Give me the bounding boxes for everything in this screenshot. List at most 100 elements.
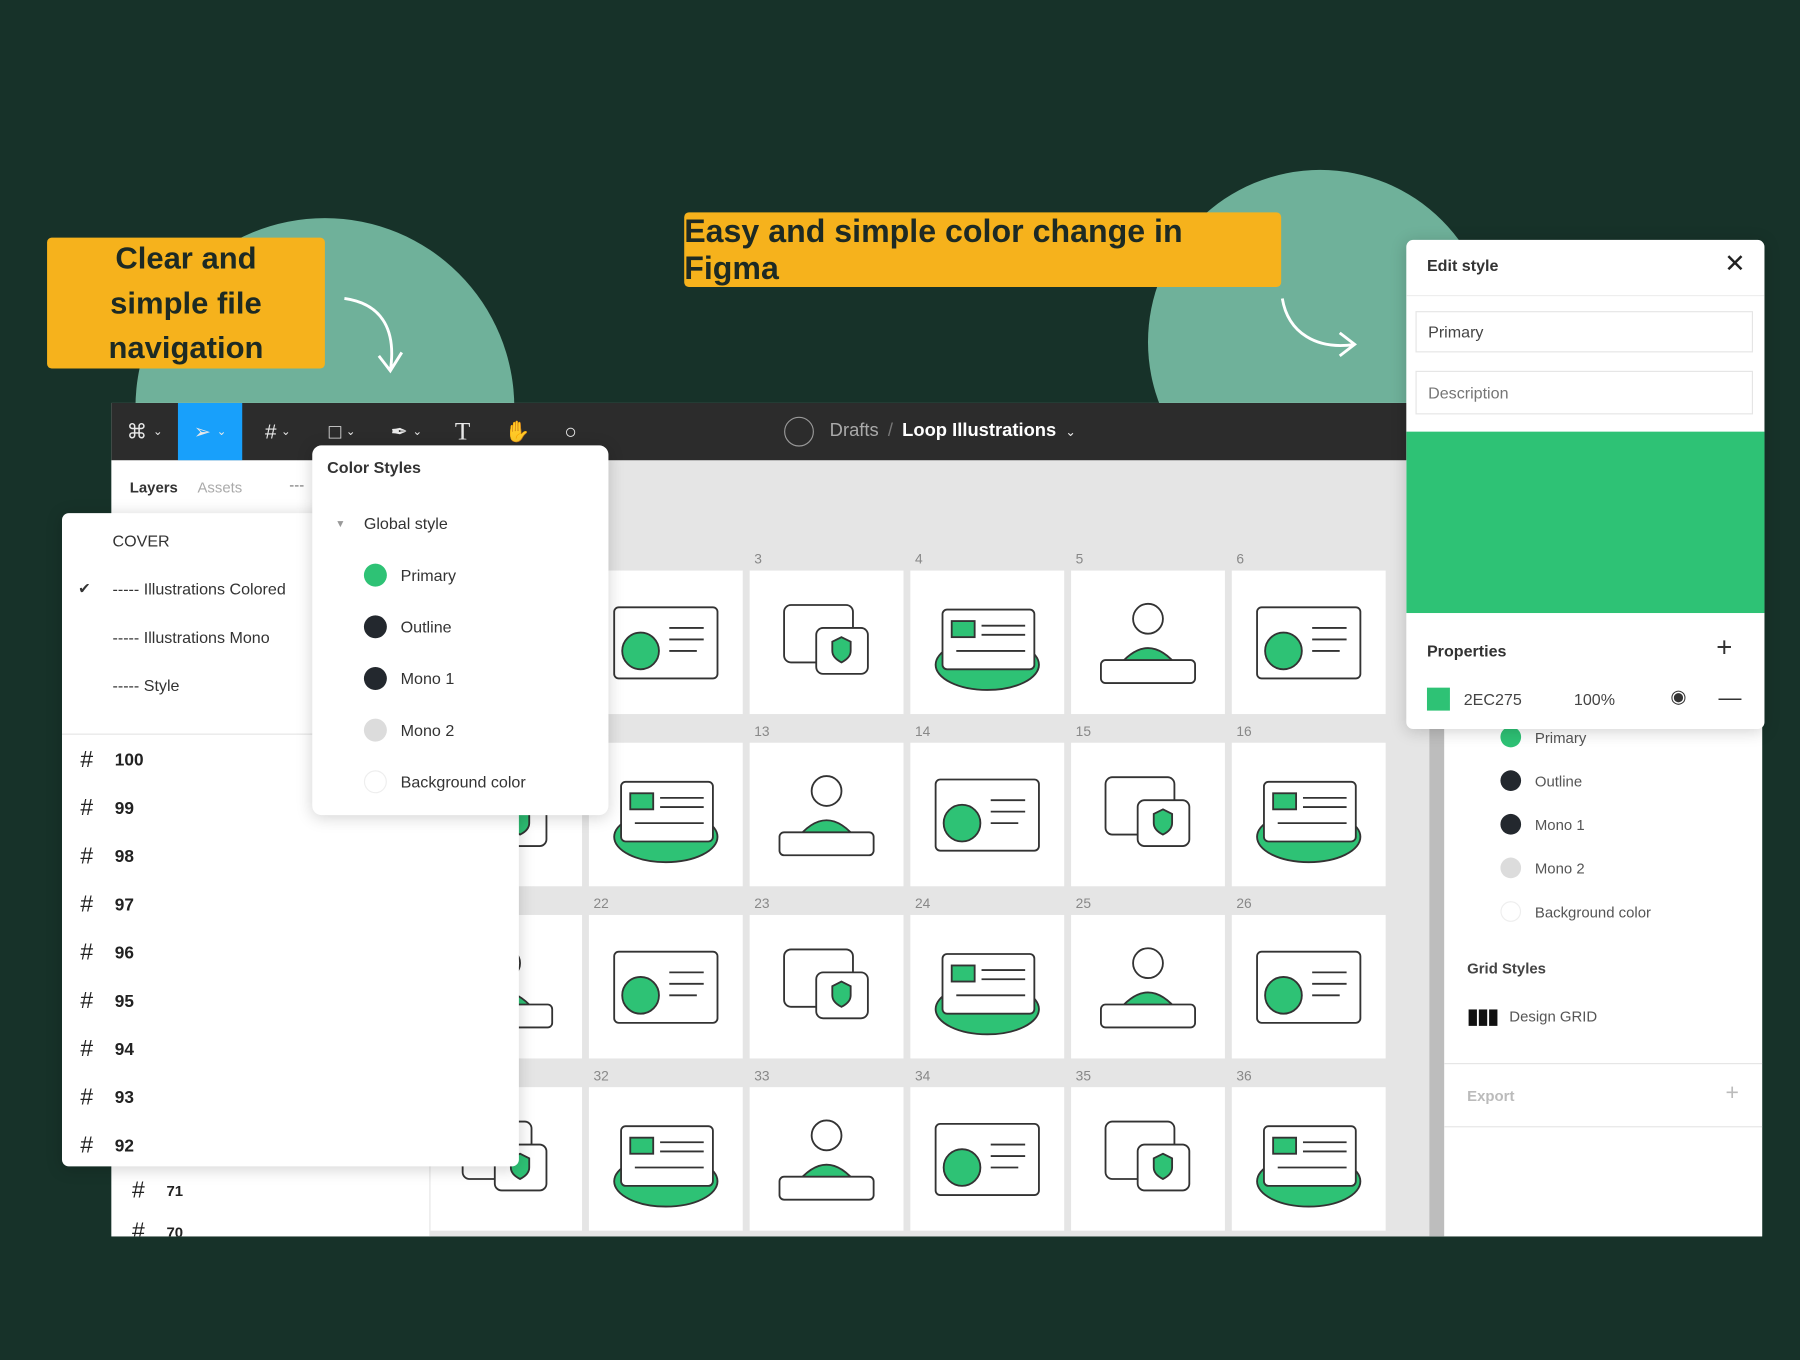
frame-layer[interactable]: #70 bbox=[132, 1219, 183, 1236]
illustration-icon bbox=[778, 1119, 875, 1201]
color-style-item[interactable]: Mono 2 bbox=[1500, 857, 1585, 879]
frame-label: 22 bbox=[593, 895, 609, 912]
color-style-item[interactable]: Mono 2 bbox=[363, 718, 454, 742]
eye-icon[interactable]: ◉ bbox=[1670, 685, 1686, 708]
frame-layer[interactable]: #96 bbox=[80, 940, 134, 966]
frame-label: 25 bbox=[1075, 895, 1092, 912]
breadcrumb: Drafts / Loop Illustrations ⌄ bbox=[775, 403, 1085, 460]
chevron-down-icon[interactable]: ⌄ bbox=[1065, 424, 1076, 439]
illustration-thumbnail[interactable] bbox=[1071, 914, 1225, 1059]
close-icon[interactable]: ✕ bbox=[1724, 249, 1745, 279]
illustration-thumbnail[interactable] bbox=[910, 914, 1065, 1059]
color-styles-title: Color Styles bbox=[327, 458, 421, 477]
frame-label: 34 bbox=[914, 1067, 931, 1084]
page-item[interactable]: ✔----- Style bbox=[78, 676, 180, 694]
callout-navigation: Clear and simple file navigation bbox=[47, 237, 325, 369]
illustration-icon bbox=[934, 1122, 1040, 1196]
illustration-thumbnail[interactable] bbox=[1071, 1087, 1225, 1231]
fill-hex-value[interactable]: 2EC275 bbox=[1464, 690, 1522, 708]
illustration-thumbnail[interactable] bbox=[1071, 570, 1225, 715]
illustration-icon bbox=[1104, 776, 1191, 847]
color-style-item[interactable]: Outline bbox=[1500, 770, 1582, 791]
fill-swatch[interactable] bbox=[1426, 687, 1450, 711]
illustration-icon bbox=[613, 950, 719, 1024]
frame-layer[interactable]: #95 bbox=[80, 988, 134, 1014]
illustration-thumbnail[interactable] bbox=[1071, 742, 1225, 887]
style-description-input[interactable] bbox=[1415, 370, 1753, 415]
illustration-thumbnail[interactable] bbox=[1231, 1087, 1386, 1231]
color-style-item[interactable]: Background color bbox=[1500, 901, 1651, 922]
illustration-thumbnail[interactable] bbox=[749, 914, 904, 1059]
frame-layer[interactable]: #97 bbox=[80, 892, 134, 918]
frame-tool-button[interactable]: # ⌄ bbox=[249, 403, 306, 460]
callout-color-change: Easy and simple color change in Figma bbox=[684, 212, 1282, 287]
illustration-icon bbox=[778, 775, 875, 857]
illustration-thumbnail[interactable] bbox=[588, 742, 743, 887]
illustration-icon bbox=[934, 778, 1040, 852]
breadcrumb-drafts[interactable]: Drafts bbox=[830, 421, 879, 442]
color-swatch-icon bbox=[363, 718, 387, 742]
color-style-item[interactable]: Outline bbox=[363, 615, 452, 639]
illustration-icon bbox=[613, 1125, 719, 1208]
frame-layer[interactable]: #99 bbox=[80, 796, 134, 822]
frame-layer[interactable]: #94 bbox=[80, 1037, 134, 1063]
color-swatch-icon bbox=[1500, 726, 1522, 748]
tab-layers[interactable]: Layers bbox=[130, 479, 178, 496]
illustration-thumbnail[interactable] bbox=[1231, 914, 1386, 1059]
style-group-global[interactable]: ▼ Global style bbox=[335, 514, 448, 532]
page-item[interactable]: ✔----- Illustrations Mono bbox=[78, 628, 270, 646]
color-swatch-icon bbox=[363, 563, 387, 587]
file-name[interactable]: Loop Illustrations bbox=[902, 421, 1056, 442]
frame-icon: # bbox=[132, 1219, 145, 1237]
color-swatch-icon bbox=[363, 770, 387, 794]
page-item[interactable]: ✔COVER bbox=[78, 532, 170, 550]
illustration-thumbnail[interactable] bbox=[1231, 742, 1386, 887]
illustration-thumbnail[interactable] bbox=[749, 742, 904, 887]
color-styles-popup: Color Styles ▼ Global style Primary Outlin… bbox=[312, 445, 609, 816]
illustration-thumbnail[interactable] bbox=[588, 914, 743, 1059]
remove-fill-button[interactable]: — bbox=[1719, 685, 1742, 711]
illustration-icon bbox=[1100, 602, 1196, 684]
color-swatch-icon bbox=[1500, 901, 1522, 922]
edit-style-popup: Edit style ✕ Properties + 2EC275 100% ◉ … bbox=[1406, 239, 1765, 729]
page-item[interactable]: ✔ ----- Illustrations Colored bbox=[78, 580, 286, 598]
illustration-thumbnail[interactable] bbox=[910, 742, 1065, 887]
add-export-button[interactable]: + bbox=[1725, 1080, 1738, 1106]
frame-label: 6 bbox=[1236, 551, 1245, 568]
move-tool-button[interactable]: ➢ ⌄ bbox=[177, 402, 243, 461]
frame-layer[interactable]: #93 bbox=[80, 1085, 134, 1111]
fill-opacity-value[interactable]: 100% bbox=[1574, 690, 1615, 708]
add-property-button[interactable]: + bbox=[1716, 633, 1732, 665]
tab-assets[interactable]: Assets bbox=[197, 479, 242, 496]
frame-layer[interactable]: #71 bbox=[132, 1178, 183, 1204]
grid-style-item[interactable]: ▮▮▮ Design GRID bbox=[1467, 1005, 1597, 1029]
illustration-thumbnail[interactable] bbox=[1231, 570, 1386, 715]
frame-label: 32 bbox=[593, 1067, 609, 1084]
color-style-item[interactable]: Background color bbox=[363, 770, 526, 794]
main-menu-button[interactable]: ⌘ ⌄ bbox=[111, 403, 178, 460]
user-avatar-icon[interactable] bbox=[783, 416, 814, 447]
illustration-thumbnail[interactable] bbox=[910, 570, 1065, 715]
export-title: Export bbox=[1467, 1087, 1515, 1105]
illustration-icon bbox=[783, 604, 869, 675]
frame-icon: # bbox=[80, 1133, 94, 1159]
illustration-thumbnail[interactable] bbox=[588, 570, 743, 715]
color-style-item[interactable]: Mono 1 bbox=[1500, 813, 1585, 835]
style-name-input[interactable] bbox=[1415, 311, 1753, 353]
illustration-thumbnail[interactable] bbox=[749, 1087, 904, 1231]
frame-layer[interactable]: #98 bbox=[80, 844, 134, 870]
frame-label: 15 bbox=[1075, 723, 1092, 740]
illustration-thumbnail[interactable] bbox=[749, 570, 904, 715]
frame-layer[interactable]: #100 bbox=[80, 747, 143, 773]
illustration-icon bbox=[1256, 606, 1362, 680]
illustration-thumbnail[interactable] bbox=[910, 1087, 1065, 1231]
color-style-item[interactable]: Mono 1 bbox=[363, 666, 454, 690]
color-style-item[interactable]: Primary bbox=[363, 563, 456, 587]
color-style-item[interactable]: Primary bbox=[1500, 726, 1586, 748]
frame-icon: # bbox=[80, 891, 94, 918]
illustration-thumbnail[interactable] bbox=[588, 1087, 743, 1231]
color-preview[interactable] bbox=[1406, 431, 1765, 614]
frame-layer[interactable]: #92 bbox=[80, 1133, 134, 1159]
illustration-icon bbox=[934, 953, 1040, 1036]
tab-more[interactable]: --- bbox=[289, 476, 304, 493]
